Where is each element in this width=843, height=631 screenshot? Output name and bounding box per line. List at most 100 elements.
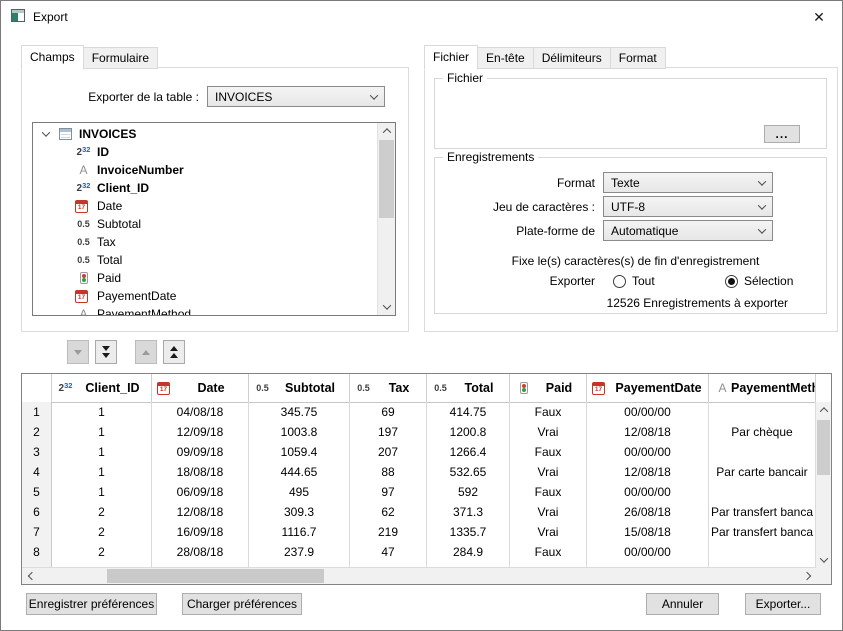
tab-en-tête[interactable]: En-tête xyxy=(477,47,534,69)
column-header-total[interactable]: 0.5Total xyxy=(427,374,510,402)
scroll-down-icon[interactable] xyxy=(816,552,831,568)
field-label: Total xyxy=(97,253,122,267)
tab-délimiteurs[interactable]: Délimiteurs xyxy=(533,47,611,69)
browse-button[interactable]: ... xyxy=(764,125,800,143)
cell: 1 xyxy=(52,422,152,442)
scroll-right-icon[interactable] xyxy=(799,568,814,584)
close-icon[interactable]: ✕ xyxy=(807,7,831,27)
number-type-icon: 0.5 xyxy=(75,235,92,249)
integer-type-icon: 232 xyxy=(75,181,92,195)
combo-label: Format xyxy=(435,176,603,190)
table-row: 5106/09/1849597592Faux00/00/00 xyxy=(22,482,816,502)
scroll-left-icon[interactable] xyxy=(24,568,39,584)
scrollbar-thumb[interactable] xyxy=(107,569,324,583)
text-type-icon: A xyxy=(714,381,731,395)
column-header-tax[interactable]: 0.5Tax xyxy=(350,374,427,402)
cell: 284.9 xyxy=(427,542,510,562)
tree-item-payementmethod[interactable]: APayementMethod xyxy=(33,305,378,315)
row-number: 1 xyxy=(22,402,52,422)
cell: 09/09/18 xyxy=(152,442,249,462)
radio-sélection[interactable] xyxy=(725,275,738,288)
table-picker-combo[interactable]: INVOICES xyxy=(207,86,385,107)
field-label: Tax xyxy=(97,235,116,249)
scroll-up-icon[interactable] xyxy=(816,402,831,418)
column-header-payementdate[interactable]: 17PayementDate xyxy=(587,374,709,402)
row-number: 5 xyxy=(22,482,52,502)
cell: Vrai xyxy=(510,502,587,522)
records-count: 12526 Enregistrements à exporter xyxy=(607,296,788,310)
table-vertical-scrollbar[interactable] xyxy=(815,402,831,568)
tab-champs[interactable]: Champs xyxy=(21,45,84,70)
load-preferences-button[interactable]: Charger préférences xyxy=(182,593,302,615)
cell: Faux xyxy=(510,442,587,462)
date-type-icon: 17 xyxy=(75,200,88,213)
tab-fichier[interactable]: Fichier xyxy=(424,45,478,70)
number-type-icon: 0.5 xyxy=(254,381,271,395)
cell: 237.9 xyxy=(249,542,350,562)
tree-item-id[interactable]: 232ID xyxy=(33,143,378,161)
tree-item-total[interactable]: 0.5Total xyxy=(33,251,378,269)
scroll-up-icon[interactable] xyxy=(378,123,395,139)
radio-option-tout[interactable]: Tout xyxy=(613,274,655,288)
radio-option-sélection[interactable]: Sélection xyxy=(725,274,793,288)
column-header-payementmeth[interactable]: APayementMeth xyxy=(709,374,816,402)
column-label: PayementMeth xyxy=(731,381,816,395)
move-all-down-icon[interactable] xyxy=(95,340,117,364)
tree-root-invoices[interactable]: INVOICES xyxy=(33,125,378,143)
column-label: Total xyxy=(449,381,509,395)
tab-format[interactable]: Format xyxy=(610,47,666,69)
tab-formulaire[interactable]: Formulaire xyxy=(83,47,158,69)
table-body: 1104/08/18345.7569414.75Faux00/00/002112… xyxy=(22,402,816,568)
combo-jeu-de-caractères-[interactable]: UTF-8 xyxy=(603,196,773,217)
cell: Par chèque xyxy=(709,422,816,442)
tree-item-paid[interactable]: Paid xyxy=(33,269,378,287)
field-label: PayementDate xyxy=(97,289,176,303)
combo-format[interactable]: Texte xyxy=(603,172,773,193)
cell: 444.65 xyxy=(249,462,350,482)
boolean-type-icon xyxy=(75,271,92,285)
move-all-up-icon[interactable] xyxy=(163,340,185,364)
table-horizontal-scrollbar[interactable] xyxy=(22,567,816,584)
cancel-button[interactable]: Annuler xyxy=(646,593,719,615)
row-number: 7 xyxy=(22,522,52,542)
chevron-down-icon[interactable] xyxy=(42,128,50,136)
export-dialog: Export ✕ ChampsFormulaire FichierEn-tête… xyxy=(0,0,843,631)
integer-type-icon: 232 xyxy=(75,145,92,159)
export-scope-row: Exporter ToutSélection xyxy=(435,274,826,290)
cell: Vrai xyxy=(510,462,587,482)
export-button[interactable]: Exporter... xyxy=(745,593,821,615)
table-row: 7216/09/181116.72191335.7Vrai15/08/18Par… xyxy=(22,522,816,542)
date-type-icon: 17 xyxy=(592,382,605,395)
tree-item-payementdate[interactable]: 17PayementDate xyxy=(33,287,378,305)
tree-item-date[interactable]: 17Date xyxy=(33,197,378,215)
radio-tout[interactable] xyxy=(613,275,626,288)
column-header-client-id[interactable]: 232Client_ID xyxy=(52,374,152,402)
field-label: PayementMethod xyxy=(97,307,191,315)
number-type-icon: 0.5 xyxy=(432,381,449,395)
field-list-scrollbar[interactable] xyxy=(377,123,395,315)
column-header-subtotal[interactable]: 0.5Subtotal xyxy=(249,374,350,402)
window-title: Export xyxy=(33,10,68,24)
column-header-paid[interactable]: Paid xyxy=(510,374,587,402)
combo-plate-forme-de[interactable]: Automatique xyxy=(603,220,773,241)
cell: 12/09/18 xyxy=(152,422,249,442)
cell: 16/09/18 xyxy=(152,522,249,542)
scrollbar-thumb[interactable] xyxy=(379,140,394,218)
tree-item-invoicenumber[interactable]: AInvoiceNumber xyxy=(33,161,378,179)
column-header-date[interactable]: 17Date xyxy=(152,374,249,402)
scroll-down-icon[interactable] xyxy=(378,299,395,315)
cell: 345.75 xyxy=(249,402,350,422)
cell: Par carte bancair xyxy=(709,462,816,482)
cell: 1 xyxy=(52,402,152,422)
tree-item-subtotal[interactable]: 0.5Subtotal xyxy=(33,215,378,233)
cell: 62 xyxy=(350,502,427,522)
title-bar: Export ✕ xyxy=(1,1,842,31)
cell: 18/08/18 xyxy=(152,462,249,482)
cell: 1116.7 xyxy=(249,522,350,542)
tree-item-client-id[interactable]: 232Client_ID xyxy=(33,179,378,197)
save-preferences-button[interactable]: Enregistrer préférences xyxy=(26,593,157,615)
scrollbar-thumb[interactable] xyxy=(817,420,830,475)
tree-item-tax[interactable]: 0.5 Tax xyxy=(33,233,378,251)
combo-value: UTF-8 xyxy=(611,200,645,214)
chevron-down-icon xyxy=(758,177,766,185)
